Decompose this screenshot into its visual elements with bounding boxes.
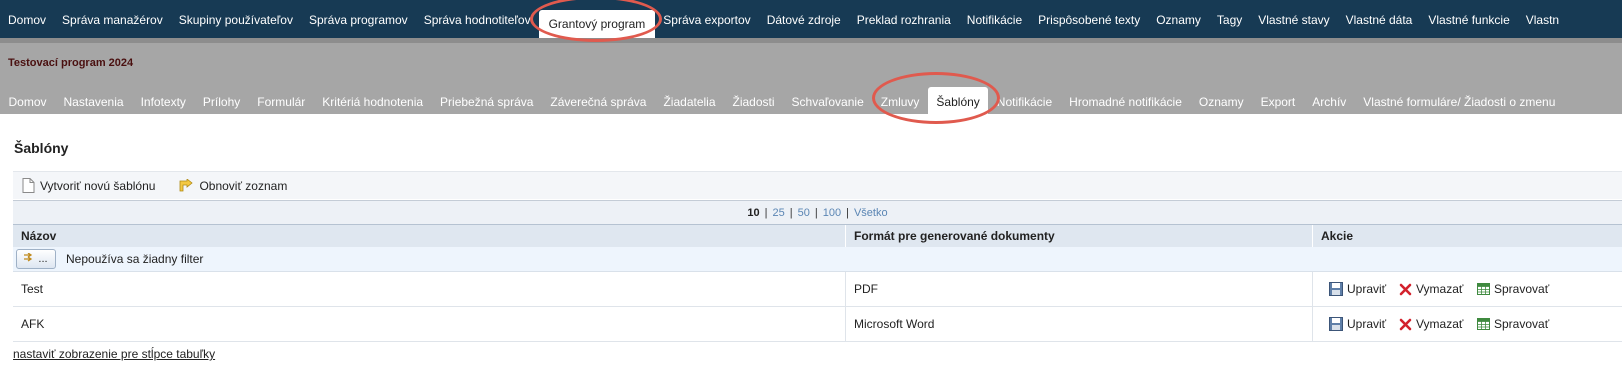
delete-x-icon bbox=[1399, 318, 1412, 330]
manage-button[interactable]: Spravovať bbox=[1477, 307, 1549, 341]
table-header: Názov Formát pre generované dokumenty Ak… bbox=[13, 224, 1622, 248]
delete-label: Vymazať bbox=[1416, 317, 1464, 331]
top-nav-sprava-hodnotitelov[interactable]: Správa hodnotiteľov bbox=[416, 0, 539, 38]
sub-nav-priebezna-sprava[interactable]: Priebežná správa bbox=[432, 85, 542, 118]
sub-nav-kriteria-hodnotenia[interactable]: Kritériá hodnotenia bbox=[314, 85, 432, 118]
cell-name: AFK bbox=[21, 317, 45, 331]
page-size-50[interactable]: 50 bbox=[798, 207, 810, 219]
top-nav-sprava-manazerov[interactable]: Správa manažérov bbox=[54, 0, 171, 38]
filter-row: ... Nepoužíva sa žiadny filter bbox=[13, 247, 1622, 272]
sub-nav-nastavenia[interactable]: Nastavenia bbox=[55, 85, 132, 118]
top-nav-preklad-rozhrania[interactable]: Preklad rozhrania bbox=[849, 0, 959, 38]
cell-actions: Upraviť Vymazať Spravovať bbox=[1312, 272, 1622, 306]
table-row: AFK Microsoft Word Upraviť Vymazať Sprav… bbox=[13, 307, 1622, 342]
manage-label: Spravovať bbox=[1494, 282, 1550, 296]
filter-status: Nepoužíva sa žiadny filter bbox=[66, 252, 204, 266]
refresh-list-label: Obnoviť zoznam bbox=[199, 178, 288, 193]
column-header-name[interactable]: Názov bbox=[13, 225, 56, 247]
manage-button[interactable]: Spravovať bbox=[1477, 272, 1549, 306]
table-grid-icon bbox=[1477, 283, 1490, 295]
sub-nav-zmluvy[interactable]: Zmluvy bbox=[872, 85, 928, 118]
top-nav: Domov Správa manažérov Skupiny používate… bbox=[0, 0, 1622, 38]
page-size-selector: 10 | 25 | 50 | 100 | Všetko bbox=[13, 200, 1622, 225]
manage-label: Spravovať bbox=[1494, 317, 1550, 331]
edit-button[interactable]: Upraviť bbox=[1329, 307, 1386, 341]
cell-format: PDF bbox=[845, 272, 878, 306]
top-nav-datove-zdroje[interactable]: Dátové zdroje bbox=[759, 0, 849, 38]
column-header-format[interactable]: Formát pre generované dokumenty bbox=[845, 225, 1055, 247]
toolbar: Vytvoriť novú šablónu Obnoviť zoznam bbox=[13, 171, 1622, 199]
table-grid-icon bbox=[1477, 318, 1490, 330]
filter-icon bbox=[24, 252, 33, 262]
sub-nav-ziadatelia[interactable]: Žiadatelia bbox=[655, 85, 724, 118]
program-bar: Testovací program 2024 Domov Nastavenia … bbox=[0, 38, 1622, 118]
sub-nav-ziadosti[interactable]: Žiadosti bbox=[724, 85, 783, 118]
delete-button[interactable]: Vymazať bbox=[1399, 307, 1463, 341]
top-nav-sprava-exportov[interactable]: Správa exportov bbox=[655, 0, 758, 38]
top-nav-skupiny-pouzivatelov[interactable]: Skupiny používateľov bbox=[171, 0, 301, 38]
create-template-label: Vytvoriť novú šablónu bbox=[40, 178, 156, 193]
sub-nav-archiv[interactable]: Archív bbox=[1304, 85, 1355, 118]
top-nav-domov[interactable]: Domov bbox=[0, 0, 54, 38]
sub-nav-hromadne-notifikacie[interactable]: Hromadné notifikácie bbox=[1061, 85, 1191, 118]
filter-button[interactable]: ... bbox=[16, 249, 56, 269]
page-size-10[interactable]: 10 bbox=[747, 207, 759, 219]
top-nav-notifikacie[interactable]: Notifikácie bbox=[959, 0, 1030, 38]
page-size-all[interactable]: Všetko bbox=[854, 207, 888, 219]
top-nav-vlastne-stavy[interactable]: Vlastné stavy bbox=[1250, 0, 1337, 38]
top-nav-vlastne-funkcie[interactable]: Vlastné funkcie bbox=[1420, 0, 1517, 38]
column-settings-link[interactable]: nastaviť zobrazenie pre stĺpce tabuľky bbox=[13, 347, 215, 361]
table-row: Test PDF Upraviť Vymazať Spravovať bbox=[13, 272, 1622, 307]
edit-label: Upraviť bbox=[1347, 282, 1387, 296]
top-nav-prisposobene-texty[interactable]: Prispôsobené texty bbox=[1030, 0, 1148, 38]
refresh-arrow-icon bbox=[180, 178, 194, 191]
sub-nav-schvalovanie[interactable]: Schvaľovanie bbox=[783, 85, 872, 118]
sub-nav-oznamy[interactable]: Oznamy bbox=[1190, 85, 1252, 118]
sub-nav-prilohy[interactable]: Prílohy bbox=[194, 85, 248, 118]
sub-nav-formular[interactable]: Formulár bbox=[249, 85, 314, 118]
delete-x-icon bbox=[1399, 283, 1412, 295]
save-disk-icon bbox=[1329, 317, 1343, 331]
refresh-list-button[interactable]: Obnoviť zoznam bbox=[178, 178, 288, 193]
top-nav-tagy[interactable]: Tagy bbox=[1209, 0, 1250, 38]
filter-button-label: ... bbox=[38, 253, 48, 265]
top-nav-sprava-programov[interactable]: Správa programov bbox=[301, 0, 416, 38]
sub-nav-export[interactable]: Export bbox=[1252, 85, 1304, 118]
cell-format: Microsoft Word bbox=[845, 307, 934, 341]
edit-button[interactable]: Upraviť bbox=[1329, 272, 1386, 306]
delete-label: Vymazať bbox=[1416, 282, 1464, 296]
sub-nav-domov[interactable]: Domov bbox=[0, 85, 55, 118]
cell-name: Test bbox=[21, 282, 44, 296]
sub-nav-sablony[interactable]: Šablóny bbox=[927, 87, 989, 118]
top-nav-vlastne-data[interactable]: Vlastné dáta bbox=[1338, 0, 1421, 38]
sub-nav-notifikacie[interactable]: Notifikácie bbox=[988, 85, 1060, 118]
delete-button[interactable]: Vymazať bbox=[1399, 272, 1463, 306]
program-title: Testovací program 2024 bbox=[8, 57, 134, 69]
sub-nav-vlastne-formulare[interactable]: Vlastné formuláre/ Žiadosti o zmenu bbox=[1355, 85, 1564, 118]
sub-nav-infotexty[interactable]: Infotexty bbox=[132, 85, 194, 118]
create-template-button[interactable]: Vytvoriť novú šablónu bbox=[22, 178, 155, 193]
sub-nav: Domov Nastavenia Infotexty Prílohy Formu… bbox=[0, 85, 1564, 118]
edit-label: Upraviť bbox=[1347, 317, 1387, 331]
new-document-icon bbox=[22, 178, 35, 193]
column-header-actions: Akcie bbox=[1312, 225, 1353, 247]
page-title: Šablóny bbox=[14, 140, 69, 156]
sub-nav-zaverecna-sprava[interactable]: Záverečná správa bbox=[542, 85, 655, 118]
top-nav-vlastne-more[interactable]: Vlastn bbox=[1518, 0, 1567, 38]
top-nav-grantovy-program[interactable]: Grantový program bbox=[538, 10, 656, 38]
top-nav-oznamy[interactable]: Oznamy bbox=[1148, 0, 1209, 38]
page-size-100[interactable]: 100 bbox=[823, 207, 841, 219]
cell-actions: Upraviť Vymazať Spravovať bbox=[1312, 307, 1622, 341]
page-size-25[interactable]: 25 bbox=[773, 207, 785, 219]
save-disk-icon bbox=[1329, 282, 1343, 296]
